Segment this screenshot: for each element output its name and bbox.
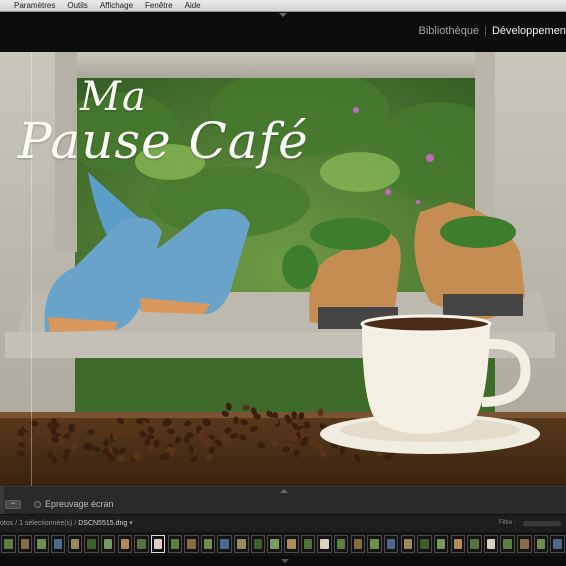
bottom-panel-bar xyxy=(0,556,566,566)
filmstrip-thumbnail[interactable] xyxy=(167,535,183,553)
menu-item-outils[interactable]: Outils xyxy=(61,0,93,12)
filmstrip-thumbnail[interactable] xyxy=(234,535,249,553)
module-tab-bibliotheque[interactable]: Bibliothèque xyxy=(414,25,485,37)
filmstrip-thumbnails xyxy=(0,535,566,553)
filmstrip-selected-file: DSCN5515.dng xyxy=(78,520,128,527)
filmstrip-thumbnail[interactable] xyxy=(150,535,166,553)
thumbnail-image xyxy=(486,539,496,549)
filmstrip-thumbnail[interactable] xyxy=(250,535,266,553)
thumbnail-image xyxy=(103,539,113,549)
thumbnail-image xyxy=(303,539,313,549)
toolbar-collapse-icon[interactable] xyxy=(280,489,288,493)
filmstrip-thumbnail[interactable] xyxy=(433,535,449,553)
thumbnail-image xyxy=(203,539,213,549)
thumbnail-image xyxy=(536,539,546,549)
filmstrip-selection-count: otos / 1 sélectionnée(s) / xyxy=(0,520,77,527)
filmstrip-header: otos / 1 sélectionnée(s) / DSCN5515.dng … xyxy=(0,514,566,532)
filmstrip-source-info[interactable]: otos / 1 sélectionnée(s) / DSCN5515.dng … xyxy=(0,519,133,527)
thumbnail-image xyxy=(237,539,246,549)
filmstrip-thumbnail[interactable] xyxy=(134,535,149,553)
thumbnail-image xyxy=(403,539,413,549)
thumbnail-image xyxy=(336,539,346,549)
filmstrip-thumbnail[interactable] xyxy=(400,535,416,553)
thumbnail-image xyxy=(253,539,263,549)
filmstrip-thumbnail[interactable] xyxy=(450,535,466,553)
thumbnail-image xyxy=(137,539,146,549)
thumbnail-image xyxy=(453,539,463,549)
filmstrip-thumbnail[interactable] xyxy=(217,535,232,553)
thumbnail-image xyxy=(70,539,80,549)
thumbnail-image xyxy=(120,539,130,549)
top-panel-toggle-icon[interactable] xyxy=(279,13,287,17)
menu-item-parametres[interactable]: Paramètres xyxy=(8,0,61,12)
thumbnail-image xyxy=(503,539,512,549)
filmstrip-thumbnail[interactable] xyxy=(300,535,316,553)
thumbnail-image xyxy=(53,539,63,549)
filmstrip-thumbnail[interactable] xyxy=(267,535,282,553)
left-panel-toggle[interactable] xyxy=(0,487,4,515)
filmstrip-thumbnail[interactable] xyxy=(417,535,432,553)
thumbnail-image xyxy=(420,539,429,549)
filmstrip-thumbnail[interactable] xyxy=(500,535,515,553)
thumbnail-image xyxy=(187,539,196,549)
toolbar: ▫▫ Epreuvage écran xyxy=(0,486,566,515)
menu-item-aide[interactable]: Aide xyxy=(179,0,207,12)
filmstrip-thumbnail[interactable] xyxy=(333,535,349,553)
filmstrip-file-dropdown-icon[interactable]: ▾ xyxy=(129,520,133,527)
thumbnail-image xyxy=(153,539,163,549)
thumbnail-image xyxy=(386,539,396,549)
thumbnail-image xyxy=(436,539,446,549)
thumbnail-image xyxy=(370,539,379,549)
module-tab-developpement[interactable]: Développement xyxy=(487,25,566,37)
thumbnail-image xyxy=(520,539,529,549)
filmstrip-thumbnail[interactable] xyxy=(467,535,482,553)
module-tabs: Bibliothèque | Développement xyxy=(414,25,566,37)
thumbnail-image xyxy=(553,539,562,549)
thumbnail-image xyxy=(353,539,363,549)
filmstrip-collapse-icon[interactable] xyxy=(281,559,289,563)
thumbnail-image xyxy=(270,539,279,549)
filmstrip-thumbnail[interactable] xyxy=(350,535,366,553)
filmstrip-thumbnail[interactable] xyxy=(517,535,532,553)
thumbnail-image xyxy=(287,539,296,549)
filmstrip-filter-toggle[interactable] xyxy=(523,521,561,526)
filmstrip-filter-label[interactable]: Filtre : xyxy=(499,520,516,526)
thumbnail-image xyxy=(37,539,46,549)
module-picker: Bibliothèque | Développement xyxy=(0,12,566,52)
filmstrip-thumbnail[interactable] xyxy=(483,535,499,553)
filmstrip-thumbnail[interactable] xyxy=(17,535,33,553)
filmstrip-thumbnail[interactable] xyxy=(550,535,565,553)
filmstrip-thumbnail[interactable] xyxy=(317,535,332,553)
filmstrip-thumbnail[interactable] xyxy=(367,535,382,553)
thumbnail-image xyxy=(20,539,30,549)
menu-bar: Paramètres Outils Affichage Fenêtre Aide xyxy=(0,0,566,12)
menu-item-affichage[interactable]: Affichage xyxy=(94,0,139,12)
filmstrip-thumbnail[interactable] xyxy=(533,535,549,553)
crop-guide-line[interactable] xyxy=(31,52,32,486)
photo-preview[interactable]: Ma Pause Café xyxy=(0,52,566,486)
filmstrip-thumbnail[interactable] xyxy=(284,535,299,553)
menu-item-fenetre[interactable]: Fenêtre xyxy=(139,0,179,12)
soft-proof-checkbox[interactable] xyxy=(34,501,41,508)
thumbnail-image xyxy=(220,539,229,549)
filmstrip-thumbnail[interactable] xyxy=(50,535,66,553)
thumbnail-image xyxy=(4,539,13,549)
filmstrip-thumbnail[interactable] xyxy=(34,535,49,553)
before-after-view-icon[interactable]: ▫▫ xyxy=(5,500,21,509)
thumbnail-image xyxy=(170,539,180,549)
filmstrip-thumbnail[interactable] xyxy=(100,535,116,553)
thumbnail-image xyxy=(470,539,479,549)
filmstrip-thumbnail[interactable] xyxy=(200,535,216,553)
filmstrip-thumbnail[interactable] xyxy=(117,535,133,553)
filmstrip-thumbnail[interactable] xyxy=(84,535,99,553)
filmstrip xyxy=(0,532,566,556)
filmstrip-thumbnail[interactable] xyxy=(184,535,199,553)
filmstrip-thumbnail[interactable] xyxy=(383,535,399,553)
photo-image xyxy=(0,52,566,486)
filmstrip-thumbnail[interactable] xyxy=(67,535,83,553)
thumbnail-image xyxy=(87,539,96,549)
soft-proof-label: Epreuvage écran xyxy=(45,499,114,509)
thumbnail-image xyxy=(320,539,329,549)
filmstrip-thumbnail[interactable] xyxy=(1,535,16,553)
